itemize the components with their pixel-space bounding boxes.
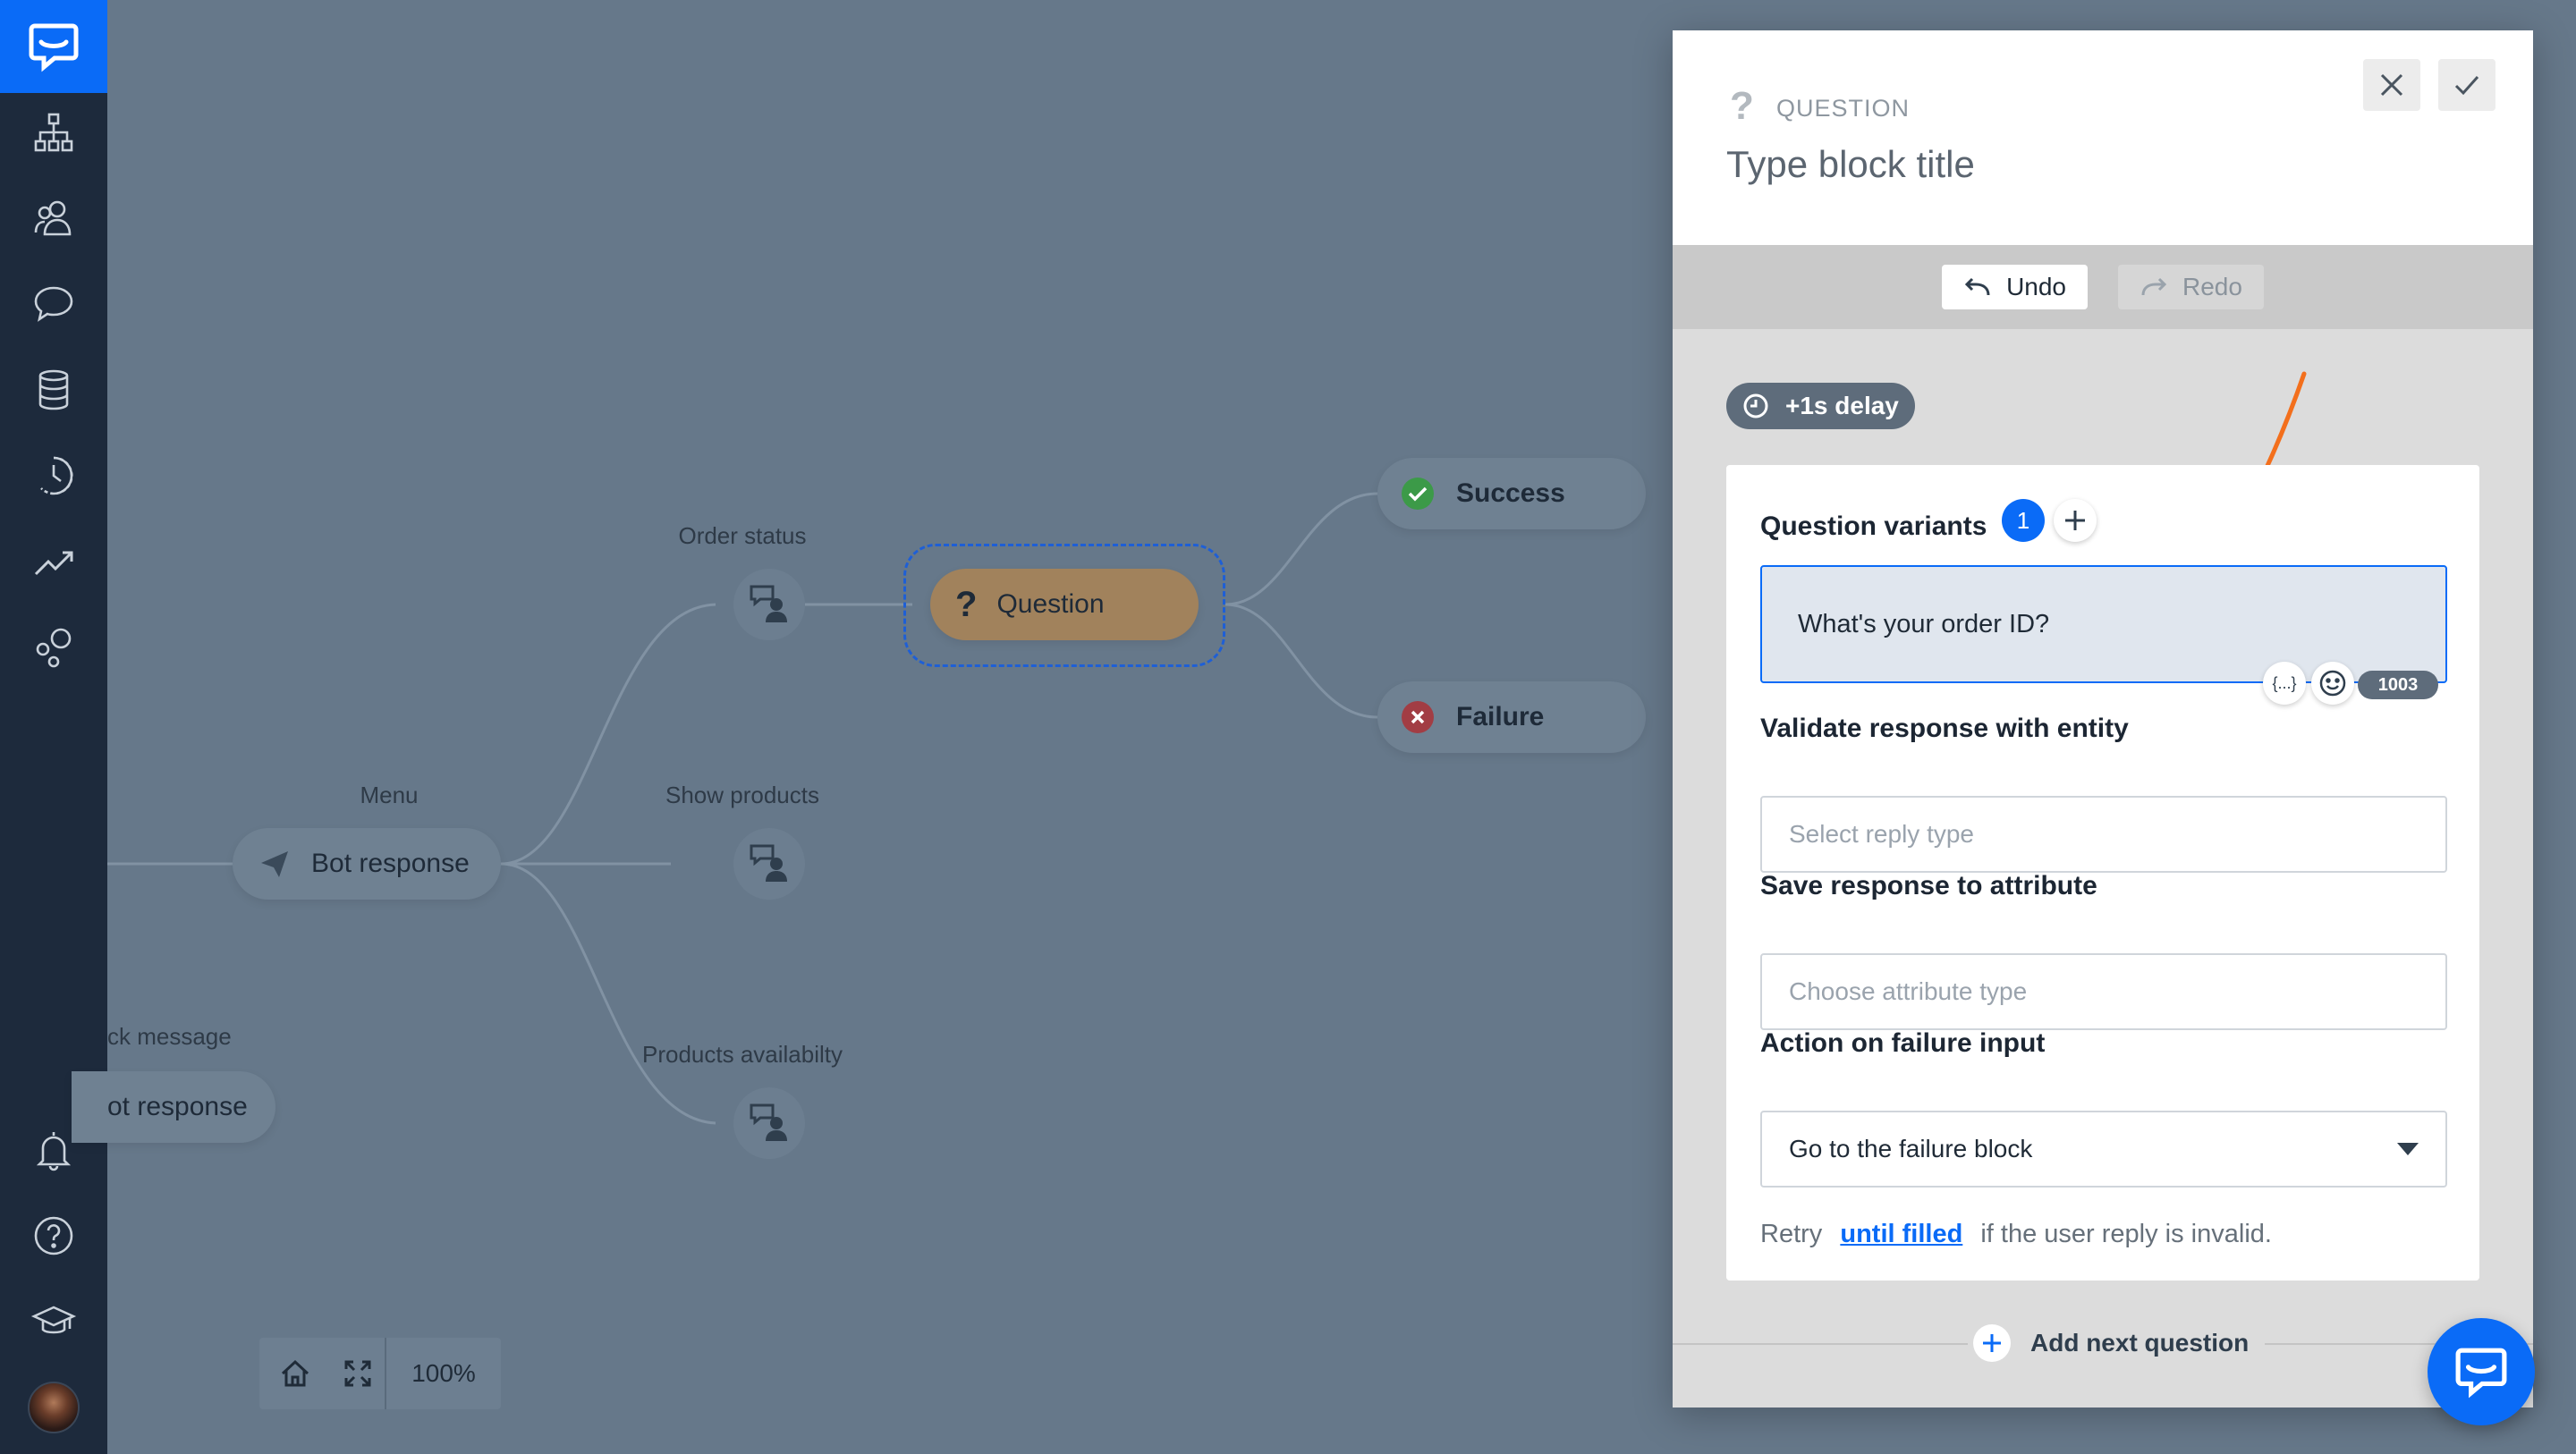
undo-label: Undo (2006, 273, 2066, 300)
failure-action-label: Action on failure input (1760, 1028, 2046, 1058)
bot-response-node[interactable]: Bot response (233, 828, 501, 900)
block-title-input[interactable]: Type block title (1726, 136, 2352, 193)
reply-type-placeholder: Select reply type (1789, 820, 1974, 848)
plus-icon (1983, 1334, 2001, 1352)
chat-logo-icon (29, 23, 79, 72)
sitemap-icon[interactable] (27, 106, 80, 159)
delay-label: +1s delay (1785, 392, 1899, 419)
products-availability-node[interactable] (733, 1087, 805, 1159)
panel-header: ? QUESTION Type block title (1673, 30, 2533, 245)
order-status-label: Order status (678, 522, 807, 549)
history-icon[interactable] (27, 449, 80, 503)
retry-prefix: Retry (1760, 1220, 1823, 1248)
undo-redo-bar: Undo Redo (1673, 245, 2533, 329)
attribute-type-select[interactable]: Choose attribute type (1760, 953, 2447, 1030)
chat-icon (2455, 1348, 2507, 1399)
emoji-icon (2319, 670, 2346, 697)
emoji-button[interactable] (2311, 662, 2354, 705)
home-button[interactable] (259, 1338, 331, 1409)
variable-icon: {...} (2272, 673, 2297, 692)
until-filled-link[interactable]: until filled (1840, 1220, 1962, 1248)
variant-text: What's your order ID? (1798, 610, 2050, 638)
chat-widget-button[interactable] (2428, 1318, 2535, 1425)
help-icon[interactable] (27, 1209, 80, 1263)
fallback-response-label: ot response (107, 1092, 248, 1121)
block-editor-panel: ? QUESTION Type block title Undo Redo +1… (1673, 30, 2533, 1408)
user-avatar[interactable] (27, 1381, 80, 1434)
user-chat-icon (750, 844, 787, 882)
success-node[interactable]: Success (1377, 458, 1646, 529)
question-mark-icon: ? (955, 584, 978, 624)
retry-suffix: if the user reply is invalid. (1980, 1220, 2272, 1248)
zoom-controls: 100% (259, 1338, 501, 1409)
expand-icon (344, 1360, 371, 1387)
redo-button[interactable]: Redo (2118, 265, 2264, 309)
question-node-label: Question (996, 589, 1105, 619)
menu-label: Menu (360, 782, 419, 808)
reply-type-select[interactable]: Select reply type (1760, 796, 2447, 873)
user-chat-icon (750, 585, 787, 622)
bot-response-label: Bot response (311, 849, 470, 878)
trending-up-icon[interactable] (27, 535, 80, 588)
caret-down-icon (2397, 1143, 2419, 1155)
variants-count-badge: 1 (2002, 499, 2045, 542)
users-icon[interactable] (27, 191, 80, 245)
failure-action-value: Go to the failure block (1789, 1135, 2033, 1162)
show-products-node[interactable] (733, 828, 805, 900)
close-icon (2380, 73, 2403, 97)
question-variants-label: Question variants (1760, 511, 1987, 541)
question-node[interactable]: ? Question (930, 569, 1199, 640)
redo-icon (2141, 277, 2167, 296)
success-label: Success (1456, 478, 1565, 508)
graduation-cap-icon[interactable] (27, 1295, 80, 1348)
clock-icon (1743, 393, 1768, 418)
question-type-icon: ? (1730, 84, 1754, 128)
char-count-badge: 1003 (2358, 671, 2438, 699)
redo-label: Redo (2182, 273, 2242, 300)
attribute-type-placeholder: Choose attribute type (1789, 977, 2028, 1005)
close-button[interactable] (2363, 59, 2420, 111)
app-logo[interactable] (0, 0, 107, 93)
x-circle-icon (1402, 701, 1434, 733)
check-circle-icon (1402, 478, 1434, 510)
plus-icon (2065, 511, 2085, 530)
save-attribute-label: Save response to attribute (1760, 871, 2097, 900)
show-products-label: Show products (665, 782, 819, 808)
insert-variable-button[interactable]: {...} (2263, 662, 2306, 705)
check-icon (2454, 76, 2479, 96)
order-status-node[interactable] (733, 569, 805, 640)
products-availability-label: Products availabilty (642, 1041, 843, 1068)
user-chat-icon (750, 1103, 787, 1141)
undo-button[interactable]: Undo (1942, 265, 2088, 309)
zoom-level[interactable]: 100% (386, 1359, 501, 1388)
fallback-message-label: ck message (107, 1023, 232, 1050)
confirm-button[interactable] (2438, 59, 2496, 111)
failure-label: Failure (1456, 702, 1545, 731)
validate-label: Validate response with entity (1760, 714, 2129, 743)
sidebar (0, 0, 107, 1454)
add-next-question-button[interactable]: Add next question (1968, 1320, 2266, 1366)
undo-icon (1964, 277, 1990, 296)
integrations-icon[interactable] (27, 621, 80, 674)
add-next-label: Add next question (2030, 1329, 2250, 1357)
home-icon (281, 1359, 309, 1387)
failure-node[interactable]: Failure (1377, 681, 1646, 753)
send-icon (261, 851, 288, 877)
failure-action-select[interactable]: Go to the failure block (1760, 1111, 2447, 1188)
add-next-plus (1973, 1324, 2011, 1362)
chat-bubble-icon[interactable] (27, 277, 80, 331)
fallback-response-node[interactable]: ot response (72, 1071, 275, 1143)
add-variant-button[interactable] (2054, 499, 2097, 542)
delay-badge[interactable]: +1s delay (1726, 383, 1915, 429)
block-type-label: QUESTION (1776, 95, 1911, 122)
fit-screen-button[interactable] (331, 1338, 385, 1409)
retry-text: Retry until filled if the user reply is … (1760, 1220, 2272, 1249)
database-icon[interactable] (27, 363, 80, 417)
question-settings-card: Question variants 1 What's your order ID… (1726, 465, 2479, 1281)
